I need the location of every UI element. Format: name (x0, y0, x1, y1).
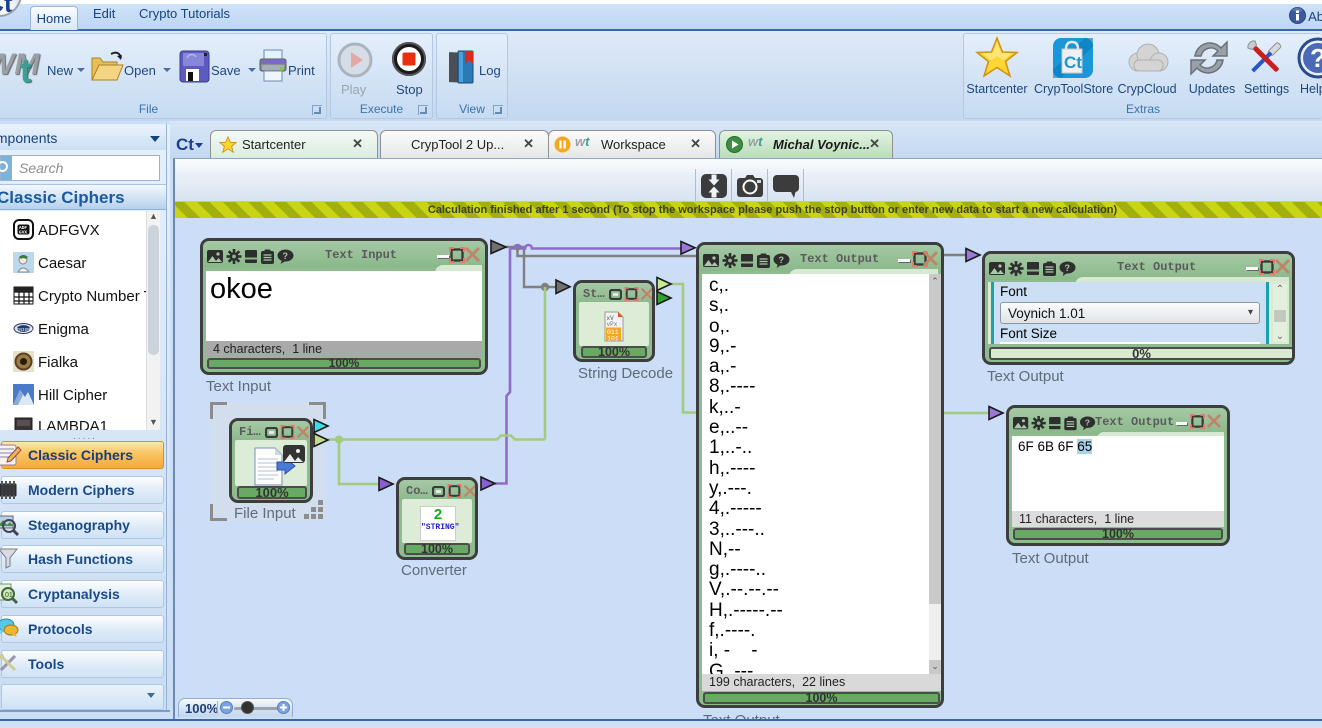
svg-text:?: ? (1065, 263, 1071, 273)
svg-text:vPx: vPx (607, 321, 618, 328)
svg-text:?: ? (283, 251, 289, 261)
svg-text:?: ? (1085, 418, 1090, 428)
svg-text:?: ? (779, 255, 785, 265)
svg-text:101: 101 (607, 336, 619, 343)
